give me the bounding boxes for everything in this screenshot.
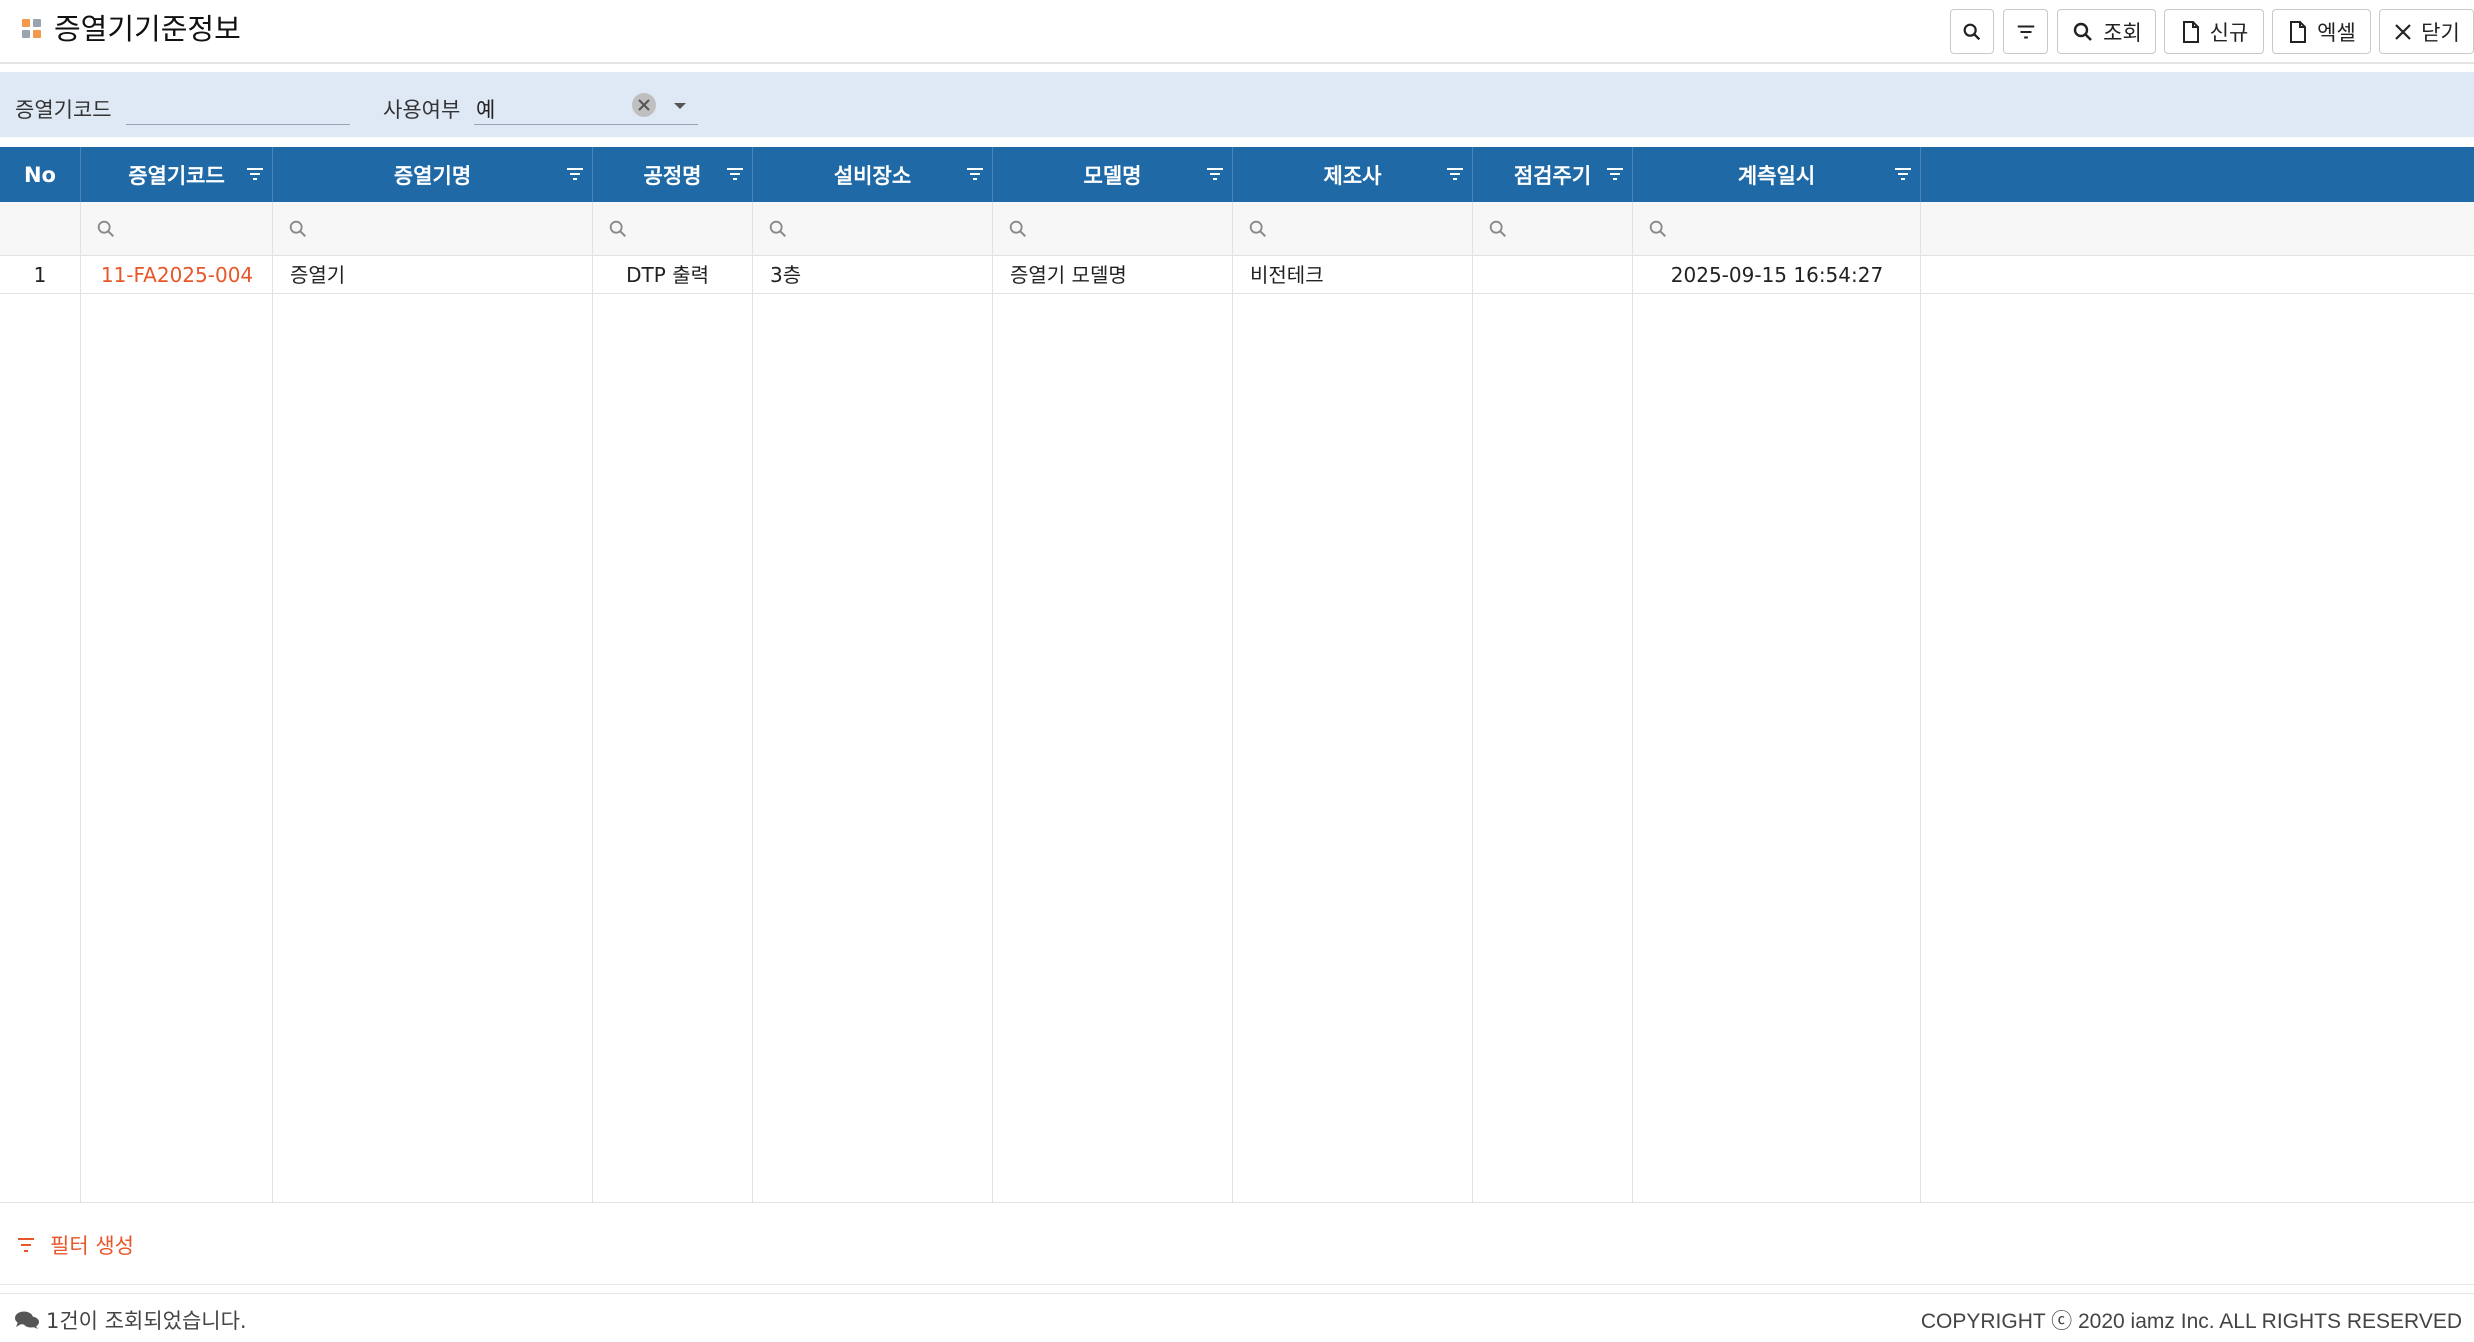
filter-icon[interactable] (1606, 166, 1624, 182)
filter-cell-code[interactable] (81, 202, 273, 256)
code-label: 증열기코드 (15, 98, 112, 122)
cell-model: 증열기 모델명 (1010, 263, 1127, 287)
cell-code-link[interactable]: 11-FA2025-004 (81, 256, 273, 294)
filter-icon (18, 1238, 34, 1252)
column-divider (1232, 256, 1233, 1202)
divider (0, 1284, 2474, 1285)
column-header-code[interactable]: 증열기코드 (81, 147, 273, 202)
column-header-process[interactable]: 공정명 (593, 147, 753, 202)
cell-process: DTP 출력 (626, 263, 709, 287)
top-bar: 증열기기준정보 조회 신규 엑셀 닫기 (0, 0, 2474, 64)
column-header-maker[interactable]: 제조사 (1233, 147, 1473, 202)
column-divider (752, 256, 753, 1202)
filter-cell-location[interactable] (753, 202, 993, 256)
document-icon (2290, 20, 2307, 43)
filter-cell-maker[interactable] (1233, 202, 1473, 256)
cell-location: 3층 (770, 263, 802, 287)
search-icon (1009, 220, 1027, 238)
search-icon (769, 220, 787, 238)
close-button[interactable]: 닫기 (2379, 9, 2474, 54)
filter-cell-cycle[interactable] (1473, 202, 1633, 256)
column-header-measured[interactable]: 계측일시 (1633, 147, 1921, 202)
filter-icon[interactable] (1206, 166, 1224, 182)
filter-cell-measured[interactable] (1633, 202, 1921, 256)
search-icon (97, 220, 115, 238)
search-icon (2073, 22, 2093, 41)
filter-icon[interactable] (966, 166, 984, 182)
search-button[interactable]: 조회 (2057, 9, 2156, 54)
dropdown-arrow-icon[interactable] (674, 103, 686, 109)
cell-cycle (1473, 256, 1633, 294)
search-icon (289, 220, 307, 238)
column-divider (80, 256, 81, 1202)
cell-measured-at: 2025-09-15 16:54:27 (1670, 263, 1884, 287)
column-header-cycle[interactable]: 점검주기 (1473, 147, 1633, 202)
table-row[interactable]: 1 11-FA2025-004 증열기 DTP 출력 3층 증열기 모델명 비전… (0, 256, 2474, 294)
filter-toggle-button[interactable] (2003, 9, 2048, 54)
status-bar: 1건이 조회되었습니다. (14, 1305, 247, 1335)
filter-icon[interactable] (1446, 166, 1464, 182)
divider (0, 1293, 2474, 1294)
search-icon (1963, 23, 1981, 40)
search-button-label: 조회 (2103, 20, 2142, 45)
search-conditions-bar: 증열기코드 사용여부 예 (0, 72, 2474, 137)
column-divider (272, 256, 273, 1202)
status-message: 1건이 조회되었습니다. (46, 1309, 247, 1333)
column-divider (1472, 256, 1473, 1202)
excel-button-label: 엑셀 (2317, 20, 2356, 45)
use-select[interactable] (474, 92, 698, 125)
search-icon (1249, 220, 1267, 238)
search-icon (1489, 220, 1507, 238)
grid-bottom-border (0, 1202, 2474, 1203)
column-header-location[interactable]: 설비장소 (753, 147, 993, 202)
filter-icon[interactable] (1894, 166, 1912, 182)
grid-header: No 증열기코드 증열기명 공정명 설비장소 모델명 제조사 점검주기 계측일시 (0, 147, 2474, 202)
cell-name: 증열기 (290, 263, 346, 287)
filter-icon[interactable] (246, 166, 264, 182)
close-icon (2395, 23, 2411, 40)
column-header-name[interactable]: 증열기명 (273, 147, 593, 202)
column-divider (592, 256, 593, 1202)
grid-filter-row (0, 202, 2474, 256)
search-icon (1649, 220, 1667, 238)
filter-icon[interactable] (726, 166, 744, 182)
code-input[interactable] (126, 92, 350, 125)
document-icon (2182, 20, 2199, 43)
column-divider (1920, 256, 1921, 1202)
data-grid: No 증열기코드 증열기명 공정명 설비장소 모델명 제조사 점검주기 계측일시 (0, 147, 2474, 1203)
new-button[interactable]: 신규 (2164, 9, 2264, 54)
cell-maker: 비전테크 (1250, 263, 1324, 287)
close-button-label: 닫기 (2421, 20, 2460, 45)
filter-create-button[interactable]: 필터 생성 (16, 1230, 134, 1260)
page-title: 증열기기준정보 (54, 12, 241, 46)
app-menu-icon (22, 19, 42, 39)
use-label: 사용여부 (383, 98, 461, 122)
new-button-label: 신규 (2209, 20, 2249, 45)
excel-button[interactable]: 엑셀 (2272, 9, 2371, 54)
filter-cell-process[interactable] (593, 202, 753, 256)
search-icon (609, 220, 627, 238)
use-select-value: 예 (476, 98, 496, 122)
copyright-text: COPYRIGHT ⓒ 2020 iamz Inc. ALL RIGHTS RE… (1920, 1310, 2462, 1333)
filter-icon (2017, 24, 2034, 39)
clear-icon[interactable] (632, 93, 656, 117)
filter-cell-name[interactable] (273, 202, 593, 256)
column-header-no[interactable]: No (0, 147, 81, 202)
cell-no: 1 (33, 263, 47, 287)
column-header-model[interactable]: 모델명 (993, 147, 1233, 202)
quick-search-button[interactable] (1950, 9, 1994, 54)
filter-icon[interactable] (566, 166, 584, 182)
filter-create-label: 필터 생성 (50, 1234, 134, 1258)
column-divider (1632, 256, 1633, 1202)
filter-cell-model[interactable] (993, 202, 1233, 256)
filter-cell-no (0, 202, 81, 256)
column-divider (992, 256, 993, 1202)
chat-icon (15, 1311, 39, 1329)
